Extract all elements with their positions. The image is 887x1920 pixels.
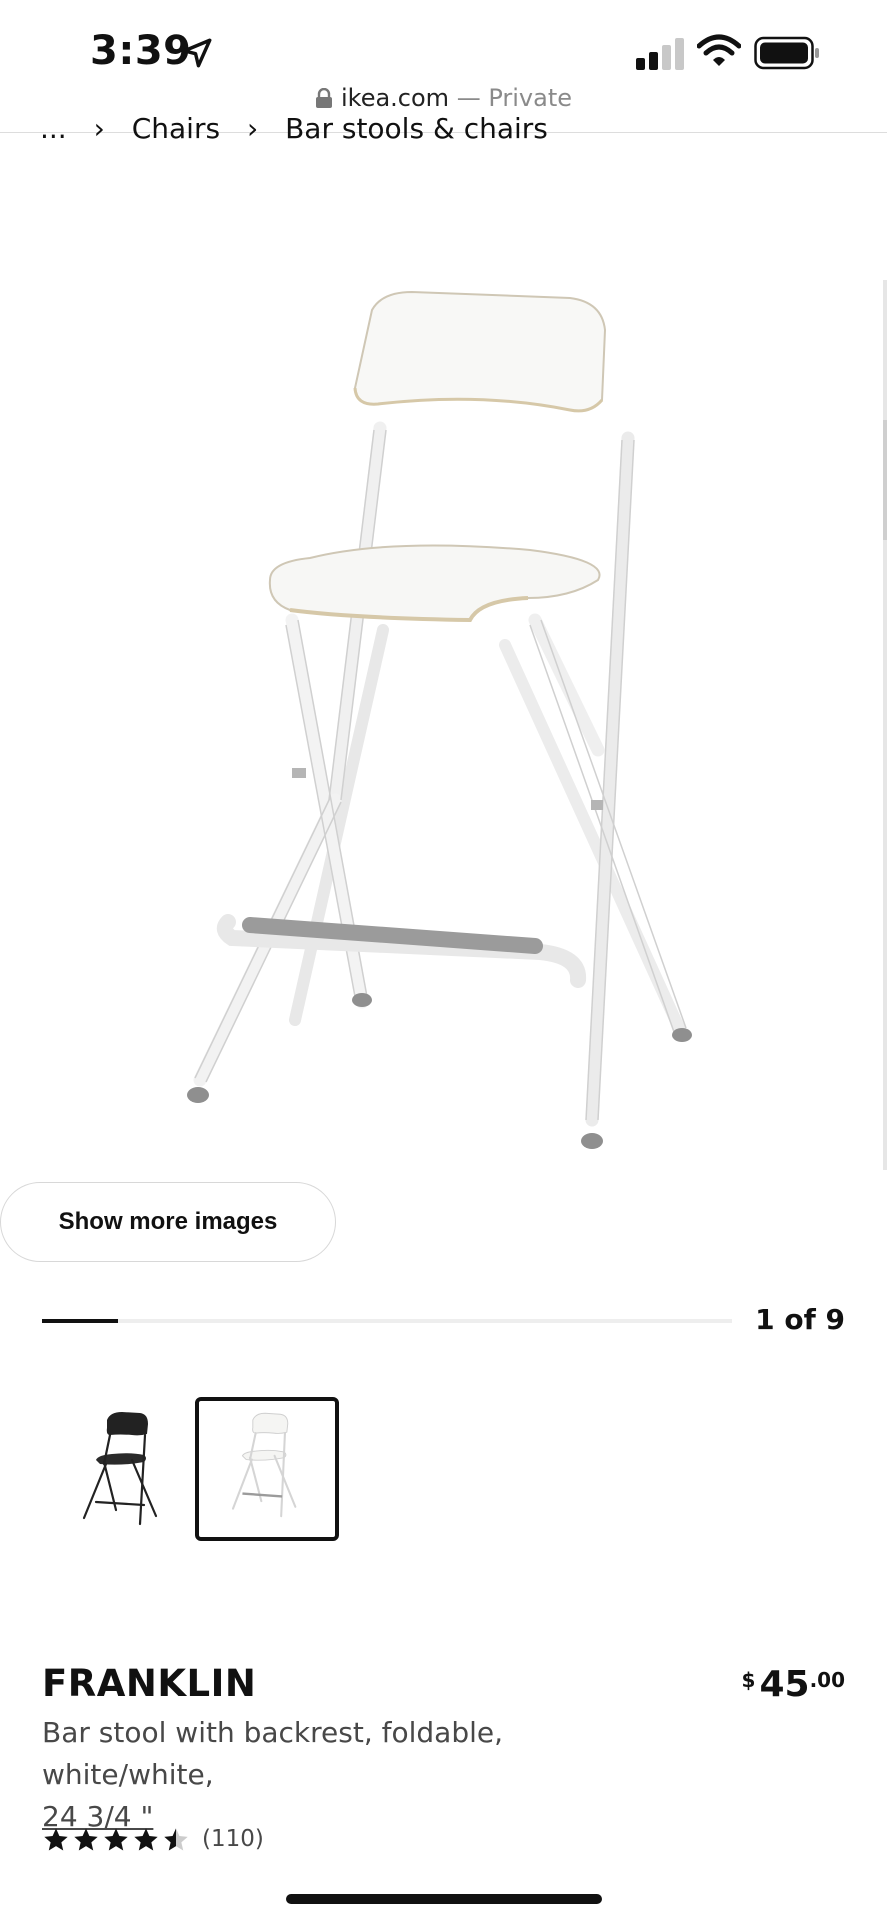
chevron-right-icon: ›: [246, 112, 259, 142]
price-integer: 45: [759, 1664, 810, 1705]
breadcrumb-item[interactable]: Chairs: [132, 112, 220, 142]
rating-stars[interactable]: [42, 1826, 190, 1854]
show-more-images-button[interactable]: Show more images: [0, 1182, 336, 1262]
url-domain: ikea.com: [340, 84, 450, 112]
price-decimal: .00: [809, 1668, 845, 1692]
progress-fill: [42, 1319, 118, 1323]
price-currency: $: [741, 1668, 756, 1692]
battery-icon: [754, 36, 819, 70]
cellular-signal-icon: [636, 38, 684, 70]
star-full-icon: [104, 1828, 128, 1851]
product-name: FRANKLIN: [42, 1662, 257, 1705]
private-label: — Private: [449, 84, 572, 112]
star-full-icon: [134, 1828, 158, 1851]
wifi-icon: [697, 34, 741, 66]
lock-icon: [315, 88, 332, 108]
image-counter: 1 of 9: [755, 1303, 845, 1336]
star-full-icon: [74, 1828, 98, 1851]
breadcrumb-item[interactable]: Bar stools & chairs: [285, 112, 548, 142]
review-count[interactable]: (110): [202, 1826, 264, 1852]
url-bar[interactable]: ikea.com — Private: [0, 84, 887, 112]
product-description: Bar stool with backrest, foldable, white…: [42, 1712, 682, 1838]
status-time: 3:39: [90, 28, 192, 74]
star-half-icon: [164, 1828, 188, 1851]
thumbnail-white-stool-selected[interactable]: [195, 1397, 339, 1541]
star-full-icon: [44, 1828, 68, 1851]
location-arrow-icon: [182, 38, 212, 68]
product-price: $45.00: [742, 1664, 845, 1705]
breadcrumb: ... › Chairs › Bar stools & chairs: [40, 112, 566, 142]
gallery-progress-bar: [42, 1319, 732, 1323]
description-text: Bar stool with backrest, foldable, white…: [42, 1716, 504, 1791]
product-image[interactable]: [150, 280, 730, 1160]
thumbnail-black-stool[interactable]: [52, 1398, 196, 1542]
home-indicator[interactable]: [286, 1894, 602, 1904]
breadcrumb-item[interactable]: ...: [40, 112, 67, 142]
scroll-indicator: [883, 280, 887, 1170]
chevron-right-icon: ›: [93, 112, 105, 142]
